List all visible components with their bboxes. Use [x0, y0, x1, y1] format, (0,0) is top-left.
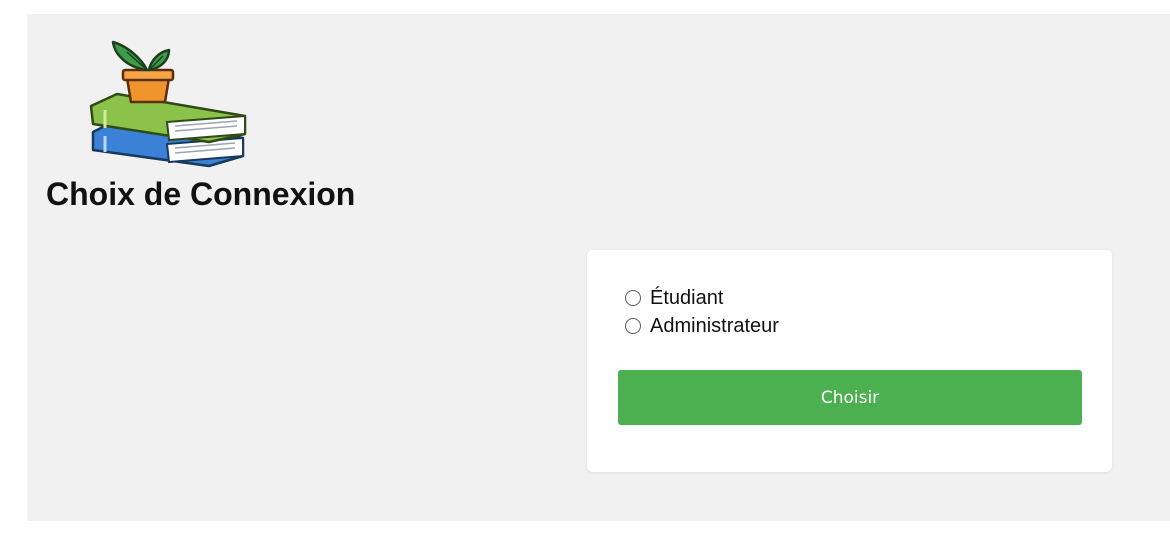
login-choice-card: Étudiant Administrateur Choisir — [587, 250, 1112, 472]
page-container: Choix de Connexion Étudiant Administrate… — [27, 14, 1170, 521]
books-with-plant-icon — [89, 40, 247, 168]
radio-administrateur[interactable] — [625, 318, 641, 334]
page-title: Choix de Connexion — [46, 176, 356, 212]
option-administrateur[interactable]: Administrateur — [625, 314, 779, 338]
option-etudiant[interactable]: Étudiant — [625, 286, 723, 310]
radio-etudiant[interactable] — [625, 290, 641, 306]
option-etudiant-label: Étudiant — [650, 287, 724, 309]
option-administrateur-label: Administrateur — [650, 315, 779, 337]
choose-button[interactable]: Choisir — [618, 370, 1082, 425]
